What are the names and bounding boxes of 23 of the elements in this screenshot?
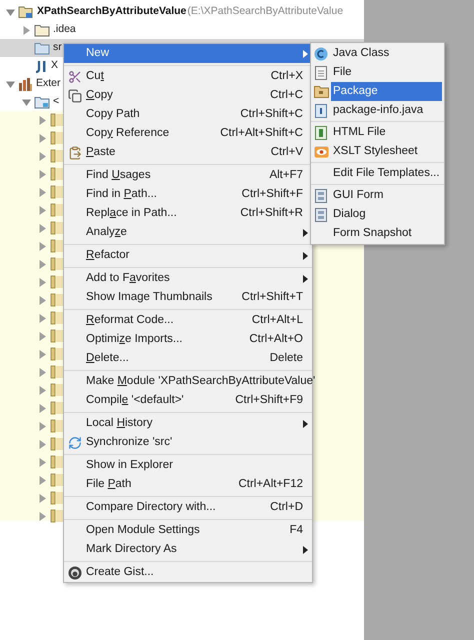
tree-item-label: sr [53,40,62,56]
keyboard-shortcut: Ctrl+Alt+L [252,312,304,328]
keyboard-shortcut: Ctrl+C [270,88,304,103]
keyboard-shortcut: Ctrl+Shift+F9 [235,392,304,408]
tree-item-label: Exter [36,76,61,92]
keyboard-shortcut: Ctrl+X [270,68,304,84]
keyboard-shortcut: F4 [290,522,304,538]
keyboard-shortcut: Ctrl+Shift+F [242,186,304,202]
keyboard-shortcut: Ctrl+V [270,144,304,160]
tree-item-label: < [53,94,60,110]
keyboard-shortcut: Alt+F7 [269,168,304,183]
keyboard-shortcut: Delete [270,350,304,366]
tree-item-label: .idea [53,22,76,38]
keyboard-shortcut: Ctrl+Alt+Shift+C [220,126,304,141]
tree-item-label: X [51,58,58,74]
keyboard-shortcut: Ctrl+D [270,500,304,515]
project-path: (E:\XPathSearchByAttributeValue [187,4,344,20]
tree-item-label: XPathSearchByAttributeValue [37,4,186,20]
keyboard-shortcut: Ctrl+Alt+O [249,332,304,347]
keyboard-shortcut: Ctrl+Shift+R [240,206,304,221]
keyboard-shortcut: Ctrl+Alt+F12 [238,476,304,492]
keyboard-shortcut: Ctrl+Shift+T [242,290,304,305]
keyboard-shortcut: Ctrl+Shift+C [240,106,304,122]
